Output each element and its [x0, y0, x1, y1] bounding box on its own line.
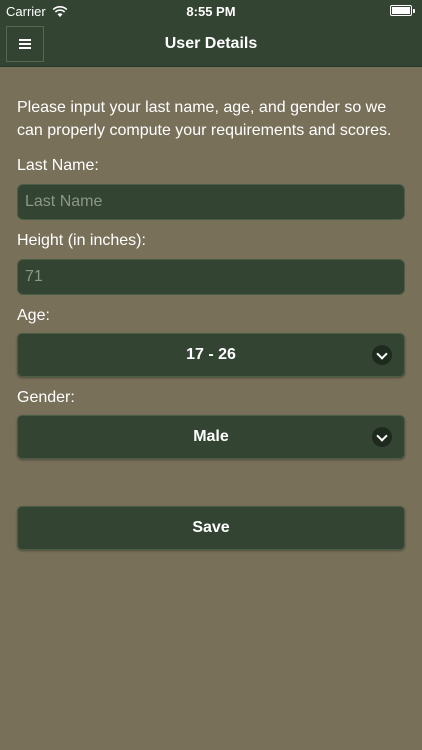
- battery-icon: [390, 5, 415, 16]
- save-button[interactable]: Save: [17, 506, 405, 550]
- age-label: Age:: [17, 307, 50, 324]
- last-name-field-container: [17, 184, 405, 220]
- hamburger-menu-icon: [19, 39, 31, 49]
- age-select-value: 17 - 26: [186, 346, 236, 363]
- intro-text-container: Please input your last name, age, and ge…: [17, 96, 405, 142]
- chevron-down-icon: [372, 345, 392, 365]
- page-title: User Details: [164, 35, 258, 52]
- nav-bar: User Details: [0, 22, 422, 67]
- intro-text: Please input your last name, age, and ge…: [17, 99, 392, 139]
- gender-label: Gender:: [17, 389, 75, 406]
- chevron-down-icon: [372, 427, 392, 447]
- status-bar: Carrier 8:55 PM: [0, 0, 422, 22]
- age-select[interactable]: 17 - 26: [17, 333, 405, 377]
- gender-select[interactable]: Male: [17, 415, 405, 459]
- status-time: 8:55 PM: [186, 4, 236, 19]
- height-label: Height (in inches):: [17, 232, 146, 249]
- menu-button[interactable]: [6, 26, 44, 62]
- last-name-input[interactable]: [18, 185, 404, 219]
- gender-select-value: Male: [193, 428, 229, 445]
- height-input[interactable]: [18, 260, 404, 294]
- height-field-container: [17, 259, 405, 295]
- last-name-label: Last Name:: [17, 157, 99, 174]
